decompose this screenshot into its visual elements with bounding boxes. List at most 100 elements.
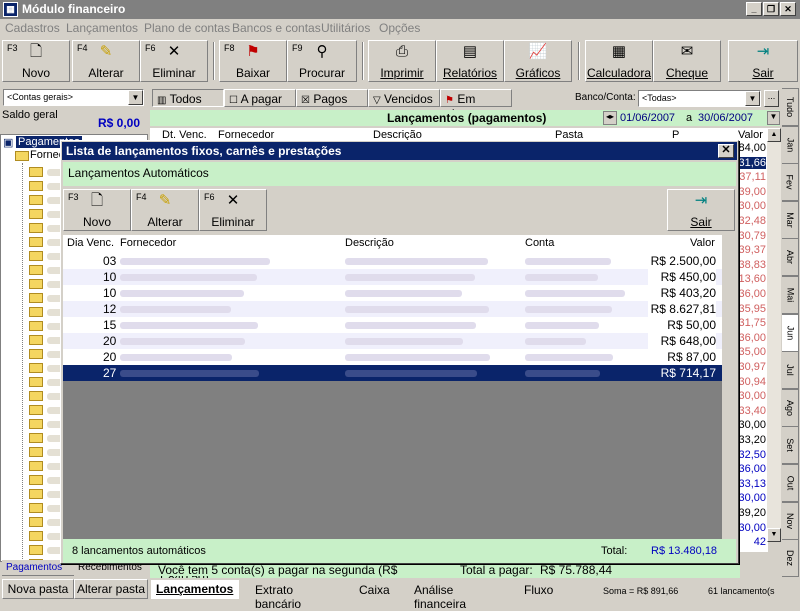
restore-button[interactable]: ❐ [763,2,779,16]
alterar-pasta-button[interactable]: Alterar pasta [74,579,148,599]
eliminar-button[interactable]: F6 ✕ Eliminar [140,40,208,82]
filter-a-pagar[interactable]: ☐ A pagar [224,89,296,107]
tab-extrato-bancario[interactable]: Extrato bancário [241,582,345,611]
grid-col-dia-venc[interactable]: Dia Venc. [67,237,114,249]
date-from[interactable]: 01/06/2007 [620,112,675,124]
novo-button[interactable]: F3 🗋 Novo [2,40,70,82]
table-row[interactable]: 27 R$ 714,17 [63,365,736,381]
tab-fluxo[interactable]: Fluxo [512,582,564,599]
folder-icon [29,335,43,345]
vertical-scrollbar[interactable]: ▲ ▼ [767,128,781,542]
table-row[interactable]: 20 R$ 87,00 [63,349,736,365]
month-tab-label: Nov [785,512,796,529]
folder-icon [29,391,43,401]
month-tab-set[interactable]: Set [782,426,799,465]
month-tab-jan[interactable]: Jan [782,125,799,164]
month-tab-out[interactable]: Out [782,464,799,502]
close-window-button[interactable]: ✕ [780,2,796,16]
grid-scrollbar[interactable] [722,235,736,539]
calculadora-button[interactable]: ▦ Calculadora [585,40,653,82]
table-row[interactable]: 20 R$ 648,00 [63,333,736,349]
month-tab-mai[interactable]: Mai [782,276,799,314]
folder-icon [29,531,43,541]
date-prev-next-icon[interactable]: ◂▸ [603,111,617,125]
row-day: 12 [103,302,117,316]
baixar-button[interactable]: F8 ⚑ Baixar [219,40,287,82]
chevron-down-icon[interactable]: ▼ [128,90,143,105]
imprimir-button[interactable]: ⎙ Imprimir [368,40,436,82]
alterar-pasta-label: Alterar pasta [76,582,146,596]
month-tab-ago[interactable]: Ago [782,388,799,427]
month-tab-tudo[interactable]: Tudo [782,88,799,126]
procurar-label: Procurar [298,66,345,80]
folder-icon [29,279,43,289]
table-row[interactable]: 10 R$ 403,20 [63,285,736,301]
exit-door-icon: ⇥ [694,192,708,209]
scroll-up-icon[interactable]: ▲ [767,128,781,142]
month-tab-mar[interactable]: Mar [782,200,799,239]
dialog-novo-label: Novo [82,215,111,229]
close-icon[interactable]: ✕ [718,144,734,158]
folder-icon [29,447,43,457]
alterar-button[interactable]: F4 ✎ Alterar [72,40,140,82]
new-document-icon: 🗋 [90,192,104,209]
chevron-down-icon[interactable]: ▼ [745,91,760,106]
app-icon: ▦ [3,2,18,17]
menu-cadastros[interactable]: Cadastros [5,21,60,35]
chevron-down-icon[interactable]: ▼ [767,111,780,125]
date-to[interactable]: 30/06/2007 [698,112,753,124]
table-row[interactable]: 10 R$ 450,00 [63,269,736,285]
minimize-button[interactable]: _ [746,2,762,16]
grid-col-valor[interactable]: Valor [690,237,715,249]
main-toolbar: F3 🗋 Novo F4 ✎ Alterar F6 ✕ Eliminar F8 … [0,38,800,84]
dialog-novo-button[interactable]: F3 🗋 Novo [63,189,131,231]
dialog-alterar-label: Alterar [147,215,183,229]
row-obscured-text [345,338,463,345]
graficos-button[interactable]: 📈 Gráficos [504,40,572,82]
dialog-sair-button[interactable]: ⇥ Sair [667,189,735,231]
tab-caixa[interactable]: Caixa [345,582,397,599]
dialog-eliminar-button[interactable]: F6 ✕ Eliminar [199,189,267,231]
filter-pagos[interactable]: ☒ Pagos [296,89,368,107]
filter-vencidos[interactable]: ▽ Vencidos [368,89,440,107]
col-valor[interactable]: Valor [738,129,763,141]
row-obscured-text [345,274,475,281]
toolbar-separator [362,42,364,80]
cheque-button[interactable]: ✉ Cheque [653,40,721,82]
tab-lancamentos[interactable]: Lançamentos [151,580,239,599]
menu-utilitarios[interactable]: Utilitários [321,21,370,35]
month-tab-jun[interactable]: Jun [782,313,799,352]
delete-x-icon: ✕ [226,192,240,209]
menu-bancos-e-contas[interactable]: Bancos e contas [232,21,321,35]
table-row[interactable]: 12 R$ 8.627,81 [63,301,736,317]
procurar-button[interactable]: F9 ⚲ Procurar [287,40,357,82]
menu-plano-de-contas[interactable]: Plano de contas [144,21,230,35]
banco-more-button[interactable]: ... [764,90,779,107]
scroll-down-icon[interactable]: ▼ [767,528,781,542]
menu-opcoes[interactable]: Opções [379,21,420,35]
banco-combo[interactable]: <Todas> ▼ [638,90,761,107]
background-value: 39,20 [738,507,766,519]
relatorios-button[interactable]: ▤ Relatórios [436,40,504,82]
background-value: 84,00 [738,142,766,154]
sair-button[interactable]: ⇥ Sair [728,40,798,82]
month-tab-fev[interactable]: Fev [782,163,799,202]
month-tab-nov[interactable]: Nov [782,501,799,540]
row-obscured-text [120,354,232,361]
nova-pasta-button[interactable]: Nova pasta [2,579,74,599]
table-row[interactable]: 03 R$ 2.500,00 [63,253,736,269]
month-tab-abr[interactable]: Abr [782,238,799,277]
month-tab-jul[interactable]: Jul [782,351,799,390]
row-obscured-text [120,258,270,265]
tab-analise-financeira[interactable]: Análise financeira [400,582,510,611]
grid-col-fornecedor[interactable]: Fornecedor [120,237,176,249]
automatic-entries-grid[interactable]: Dia Venc. Fornecedor Descrição Conta Val… [63,235,736,539]
filter-todos[interactable]: ▥ Todos [152,89,224,107]
grid-col-descricao[interactable]: Descrição [345,237,394,249]
account-combo[interactable]: <Contas gerais> ▼ [3,89,144,106]
dialog-alterar-button[interactable]: F4 ✎ Alterar [131,189,199,231]
menu-lancamentos[interactable]: Lançamentos [66,21,138,35]
filter-em-atraso[interactable]: ⚑ Em atraso [440,89,512,120]
table-row[interactable]: 15 R$ 50,00 [63,317,736,333]
grid-col-conta[interactable]: Conta [525,237,554,249]
